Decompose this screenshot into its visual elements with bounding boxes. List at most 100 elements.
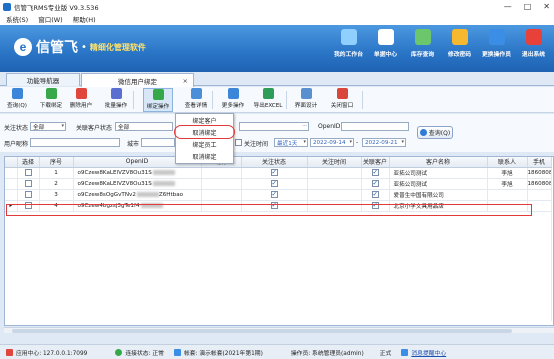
toolbar-button-download[interactable]: 下载绑定 [37, 88, 65, 112]
row-select-checkbox[interactable] [24, 202, 32, 209]
toolbar-button-label: 下载绑定 [39, 103, 63, 109]
linked-cell [361, 178, 390, 190]
select-cell[interactable] [17, 178, 40, 190]
delete-icon [75, 88, 87, 99]
top-action-document-list[interactable]: 单据中心 [367, 29, 404, 58]
tab-function-navigator[interactable]: 功能导航器 [6, 73, 80, 86]
column-header-contact[interactable]: 联系人 [487, 157, 528, 168]
menu-item-unbind-employee[interactable]: 取消绑定 [176, 150, 233, 162]
index-cell: 4 [39, 200, 74, 212]
close-button[interactable]: ✕ [543, 2, 550, 11]
toolbar-button-details[interactable]: 查看详情 [180, 88, 212, 112]
table-row[interactable]: 3o9Czew8sOgGvTNv2 Z6Htbao 爱普生中国有限公司 [5, 189, 552, 201]
excel-icon [262, 88, 274, 99]
toolbar-button-delete[interactable]: 删除用户 [67, 88, 95, 112]
openid-cell: o9Czew4bgzsj3gTe1f4 [73, 200, 202, 212]
empty-cell [5, 255, 552, 266]
grid-header-row: 选择 序号 OpenID 昵称 关注状态 关注时间 关联客户 客户名称 联系人 … [5, 157, 552, 168]
empty-row [5, 288, 552, 299]
follow-status-select[interactable]: 全部 ▾ [30, 122, 66, 131]
select-cell[interactable] [17, 200, 40, 212]
follow-time-cell [307, 189, 362, 201]
toolbar-button-refresh[interactable]: 查询(Q) [4, 88, 30, 112]
column-header-select[interactable]: 选择 [17, 157, 40, 168]
column-header-phone[interactable]: 手机 [527, 157, 552, 168]
maximize-button[interactable]: □ [524, 2, 532, 11]
top-action-exit[interactable]: 退出系统 [515, 29, 552, 58]
select-cell[interactable] [17, 167, 40, 179]
toolbar-button-design[interactable]: 界面设计 [290, 88, 322, 112]
column-header-linked[interactable]: 关联客户 [361, 157, 390, 168]
toolbar-button-close-window[interactable]: 关闭窗口 [328, 88, 356, 112]
follow-status-cell [241, 200, 308, 212]
download-icon [45, 88, 57, 99]
message-center-link[interactable]: 消息提醒中心 [411, 348, 446, 357]
table-row[interactable]: ▸ 4o9Czew4bgzsj3gTe1f4 北京小学文具用品店 [5, 200, 552, 212]
search-icon [419, 129, 427, 136]
column-header-follow-status[interactable]: 关注状态 [241, 157, 308, 168]
chevron-down-icon: ▾ [303, 139, 306, 145]
top-action-monitor[interactable]: 我的工作台 [330, 29, 367, 58]
city-input[interactable] [141, 138, 175, 147]
select-cell[interactable] [17, 189, 40, 201]
menu-item-bind-employee[interactable]: 绑定员工 [176, 138, 233, 150]
more-dots-icon: ··· [302, 123, 307, 129]
empty-row [5, 233, 552, 244]
openid-text: o9Czew8sOgGvTNv2 [77, 191, 136, 198]
table-row[interactable]: 2o9Czew8KaLElVZV8Ou31S 亚拓公司测试李旭1860808080… [5, 178, 552, 190]
date-to-input[interactable]: 2022-09-21 ▾ [362, 138, 406, 147]
menu-window[interactable]: 窗口(W) [38, 14, 63, 24]
toolbar-separator [286, 91, 287, 109]
minimize-button[interactable]: — [504, 2, 512, 11]
server-text: 应用中心: 127.0.0.1:7099 [16, 350, 88, 357]
tab-wechat-binding[interactable]: 微信用户绑定 × [81, 73, 194, 87]
column-header-index[interactable]: 序号 [39, 157, 74, 168]
message-center[interactable]: 消息提醒中心 [401, 348, 446, 357]
linked-cell [361, 200, 390, 212]
horizontal-scrollbar[interactable] [4, 327, 554, 333]
date-from-input[interactable]: 2022-09-14 ▾ [310, 138, 354, 147]
query-button[interactable]: 查询(Q) [417, 126, 453, 139]
tab-label: 功能导航器 [26, 77, 60, 85]
chevron-down-icon: ▾ [349, 139, 352, 145]
row-select-checkbox[interactable] [24, 191, 32, 198]
linked-checkbox [371, 179, 379, 187]
nickname-cell [201, 189, 242, 201]
menu-system[interactable]: 系统(S) [6, 14, 28, 24]
row-select-checkbox[interactable] [24, 180, 32, 187]
top-action-user-switch[interactable]: 更换操作员 [478, 29, 515, 58]
menu-item-unbind-customer[interactable]: 取消绑定 [174, 125, 235, 139]
empty-cell [5, 277, 552, 288]
toolbar-button-more[interactable]: 更多操作 [218, 88, 248, 112]
toolbar-button-label: 更多操作 [221, 103, 245, 109]
bind-filter-extra-input[interactable]: ··· [239, 122, 309, 131]
toolbar-button-batch[interactable]: 批量操作 [99, 88, 133, 112]
bind-status-select[interactable]: 全部 [115, 122, 173, 131]
refresh-icon [11, 88, 23, 99]
menu-help[interactable]: 帮助(H) [73, 14, 96, 24]
index-cell: 3 [39, 189, 74, 201]
nickname-input[interactable] [30, 138, 120, 147]
customer-name-cell: 亚拓公司测试 [389, 178, 488, 190]
follow-status-checkbox [270, 168, 278, 176]
column-header-follow-time[interactable]: 关注时间 [307, 157, 362, 168]
openid-cell: o9Czew8sOgGvTNv2 Z6Htbao [73, 189, 202, 201]
top-action-lock[interactable]: 修改密码 [441, 29, 478, 58]
scrollbar-thumb[interactable] [12, 329, 512, 333]
toolbar-button-bind[interactable]: 绑定操作 [143, 88, 173, 112]
menu-item-bind-customer[interactable]: 绑定客户 [176, 114, 233, 126]
row-select-checkbox[interactable] [24, 169, 32, 176]
openid-input[interactable] [341, 122, 409, 131]
top-action-inventory[interactable]: 库存查询 [404, 29, 441, 58]
column-header-customer-name[interactable]: 客户名称 [389, 157, 488, 168]
toolbar-button-label: 删除用户 [69, 103, 93, 109]
follow-status-cell [241, 167, 308, 179]
bind-operation-menu: 绑定客户 取消绑定 绑定员工 取消绑定 [174, 113, 235, 164]
tab-close-icon[interactable]: × [183, 77, 188, 85]
toolbar-button-excel[interactable]: 导出EXCEL [252, 88, 284, 112]
brand-slogan: 精细化管理软件 [89, 42, 146, 52]
nickname-cell [201, 200, 242, 212]
follow-time-checkbox[interactable] [235, 139, 242, 146]
date-preset-select[interactable]: 最近1天 ▾ [274, 138, 308, 147]
table-row[interactable]: 1o9Czew8KaLElVZV8Ou31S 亚拓公司测试李旭1860808080… [5, 167, 552, 179]
